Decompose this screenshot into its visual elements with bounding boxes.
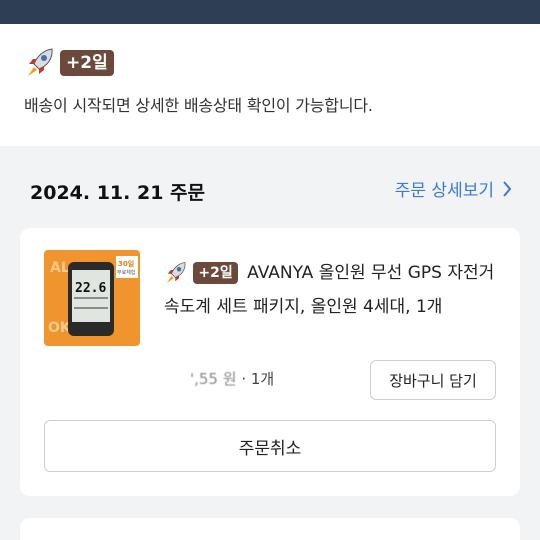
svg-text:AL: AL — [50, 260, 70, 276]
thumb-speed: 22.6 — [75, 281, 106, 296]
svg-text:30일: 30일 — [118, 259, 134, 268]
product-thumbnail[interactable]: AL OKE 22.6 30일 무료체험 — [44, 250, 140, 346]
rocket-icon — [28, 48, 53, 76]
svg-text:무료체험: 무료체험 — [117, 269, 135, 276]
product-title[interactable]: +2일 AVANYA 올인원 무선 GPS 자전거 속도계 세트 패키지, 올인… — [164, 256, 504, 324]
order-item-card: AL OKE 22.6 30일 무료체험 +2일 AVANYA 올인원 무선 G… — [20, 228, 520, 496]
order-date: 2024. 11. 21 주문 — [30, 182, 206, 204]
order-detail-label: 주문 상세보기 — [394, 181, 494, 201]
next-order-card — [20, 518, 520, 540]
item-quantity: · 1개 — [241, 370, 275, 388]
price-row: ',55 원 · 1개 — [190, 368, 274, 389]
cancel-order-button[interactable]: 주문취소 — [44, 420, 496, 472]
delivery-badge-row: +2일 — [24, 46, 114, 80]
delivery-notice: +2일 배송이 시작되면 상세한 배송상태 확인이 가능합니다. — [0, 24, 540, 146]
order-detail-link[interactable]: 주문 상세보기 — [395, 176, 512, 201]
order-header: 2024. 11. 21 주문 주문 상세보기 — [0, 160, 540, 220]
rocket-icon — [167, 262, 186, 283]
bike-computer-image: AL OKE 22.6 30일 무료체험 — [44, 250, 140, 346]
item-price: ',55 원 — [190, 370, 237, 388]
chevron-right-icon — [503, 180, 512, 197]
add-to-cart-button[interactable]: 장바구니 담기 — [370, 360, 496, 400]
status-bar — [0, 0, 540, 24]
item-badge: +2일 — [193, 262, 238, 284]
delivery-message: 배송이 시작되면 상세한 배송상태 확인이 가능합니다. — [24, 96, 373, 115]
delivery-badge: +2일 — [60, 50, 114, 76]
